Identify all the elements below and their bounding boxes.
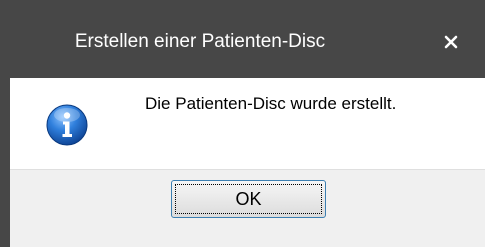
close-icon xyxy=(444,35,458,49)
dialog-content: Die Patienten-Disc wurde erstellt. OK xyxy=(10,78,485,247)
ok-button[interactable]: OK xyxy=(171,180,326,218)
message-text: Die Patienten-Disc wurde erstellt. xyxy=(145,94,397,113)
message-area: Die Patienten-Disc wurde erstellt. xyxy=(10,78,485,169)
ok-button-label: OK xyxy=(175,184,322,214)
message-dialog: Erstellen einer Patienten-Disc Die Patie… xyxy=(0,0,485,247)
info-icon xyxy=(46,104,88,146)
close-button[interactable] xyxy=(435,28,467,56)
window-title: Erstellen einer Patienten-Disc xyxy=(74,31,326,52)
title-bar[interactable]: Erstellen einer Patienten-Disc xyxy=(0,0,485,78)
